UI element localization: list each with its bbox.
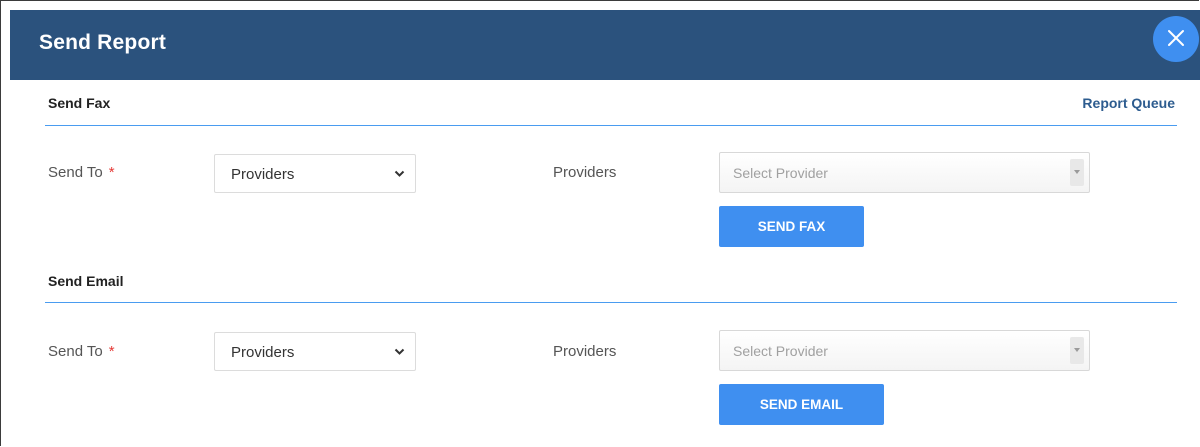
report-queue-link[interactable]: Report Queue	[1082, 95, 1175, 111]
email-send-to-label: Send To *	[48, 343, 115, 360]
send-report-dialog: Send Report Send Fax Report Queue Send T…	[0, 0, 1200, 446]
send-email-button[interactable]: SEND EMAIL	[719, 384, 884, 425]
send-fax-heading: Send Fax	[48, 95, 111, 111]
fax-send-to-text: Send To	[48, 164, 103, 181]
close-button[interactable]	[1153, 16, 1199, 62]
required-marker: *	[108, 164, 115, 181]
chevron-down-icon	[394, 170, 405, 177]
fax-send-to-label: Send To *	[48, 164, 115, 181]
email-send-to-select[interactable]: Providers	[214, 332, 416, 371]
close-icon	[1168, 30, 1184, 46]
fax-provider-select[interactable]: Select Provider	[719, 152, 1090, 193]
fax-send-to-select[interactable]: Providers	[214, 154, 416, 193]
fax-divider	[45, 125, 1177, 126]
dialog-title: Send Report	[39, 31, 167, 54]
fax-providers-label: Providers	[553, 164, 617, 181]
email-provider-placeholder: Select Provider	[733, 343, 828, 359]
dropdown-arrow-icon	[1070, 337, 1084, 364]
dropdown-arrow-icon	[1070, 159, 1084, 186]
email-send-to-text: Send To	[48, 343, 103, 360]
dialog-header: Send Report	[10, 10, 1200, 80]
send-email-heading: Send Email	[48, 273, 124, 289]
fax-provider-placeholder: Select Provider	[733, 165, 828, 181]
required-marker: *	[108, 343, 115, 360]
email-providers-label: Providers	[553, 343, 617, 360]
send-fax-button[interactable]: SEND FAX	[719, 206, 864, 247]
fax-send-to-value: Providers	[231, 166, 295, 183]
email-divider	[45, 302, 1177, 303]
chevron-down-icon	[394, 348, 405, 355]
email-provider-select[interactable]: Select Provider	[719, 330, 1090, 371]
email-send-to-value: Providers	[231, 344, 295, 361]
